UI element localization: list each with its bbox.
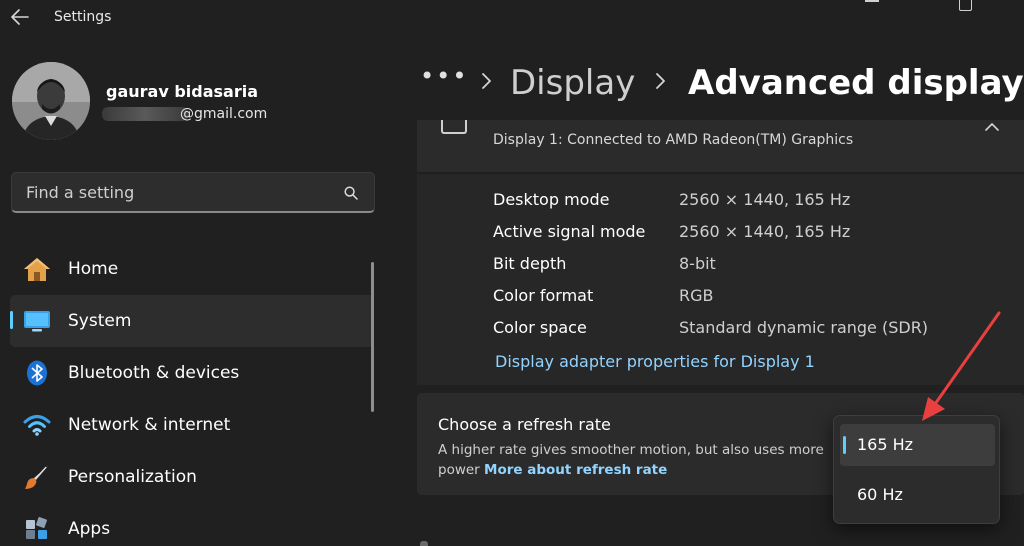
info-row-desktop-mode: Desktop mode 2560 × 1440, 165 Hz (493, 190, 1013, 214)
refresh-option-165hz[interactable]: 165 Hz (840, 424, 995, 466)
info-value: 2560 × 1440, 165 Hz (679, 190, 851, 209)
refresh-option-60hz[interactable]: 60 Hz (840, 474, 995, 516)
title-bar: Settings (0, 0, 1024, 36)
info-label: Color space (493, 318, 587, 337)
sidebar-item-label: Network & internet (68, 415, 231, 435)
sidebar-item-system[interactable]: System (10, 295, 374, 347)
scroll-indicator (420, 541, 428, 546)
minimize-button[interactable] (865, 0, 879, 2)
page-title: Advanced display (688, 63, 1024, 103)
user-name: gaurav bidasaria (106, 82, 259, 101)
more-about-refresh-rate-link[interactable]: More about refresh rate (484, 462, 667, 478)
avatar-photo-icon (12, 62, 90, 140)
info-value: RGB (679, 286, 714, 305)
info-label: Bit depth (493, 254, 567, 273)
breadcrumb-display-link[interactable]: Display (510, 63, 635, 103)
breadcrumb-more-button[interactable]: ••• (420, 62, 468, 90)
sidebar-item-home[interactable]: Home (10, 243, 374, 295)
monitor-icon (22, 306, 52, 336)
info-value: 2560 × 1440, 165 Hz (679, 222, 851, 241)
arrow-left-icon (11, 9, 29, 25)
email-redaction (102, 107, 188, 121)
refresh-rate-title: Choose a refresh rate (438, 415, 611, 434)
chevron-right-icon (656, 73, 665, 89)
brush-icon (22, 462, 52, 492)
info-row-active-signal-mode: Active signal mode 2560 × 1440, 165 Hz (493, 222, 1013, 246)
sidebar-nav: Home System Bluetooth & devices Network … (10, 243, 374, 546)
sidebar-item-label: Apps (68, 519, 111, 539)
monitor-icon (441, 120, 467, 134)
sidebar-item-label: Personalization (68, 467, 197, 487)
display-info-panel: Desktop mode 2560 × 1440, 165 Hz Active … (417, 173, 1024, 385)
refresh-rate-description: A higher rate gives smoother motion, but… (438, 440, 828, 480)
sidebar-scrollbar[interactable] (371, 262, 374, 412)
search-icon[interactable] (344, 186, 358, 200)
sidebar-item-label: System (68, 311, 132, 331)
search-box (11, 172, 375, 213)
info-value: 8-bit (679, 254, 716, 273)
info-value: Standard dynamic range (SDR) (679, 318, 929, 337)
info-row-bit-depth: Bit depth 8-bit (493, 254, 1013, 278)
display-adapter-properties-link[interactable]: Display adapter properties for Display 1 (495, 352, 815, 371)
back-button[interactable] (9, 6, 31, 28)
bluetooth-icon (22, 358, 52, 388)
refresh-rate-dropdown[interactable]: 165 Hz 60 Hz (833, 415, 1000, 524)
display-subtitle: Display 1: Connected to AMD Radeon(TM) G… (493, 132, 854, 148)
sidebar-item-label: Bluetooth & devices (68, 363, 240, 383)
breadcrumb: ••• Display Advanced display (420, 60, 1024, 110)
sidebar-item-label: Home (68, 259, 119, 279)
sidebar-item-network[interactable]: Network & internet (10, 399, 374, 451)
user-email: @gmail.com (180, 106, 268, 122)
wifi-icon (22, 410, 52, 440)
home-icon (22, 254, 52, 284)
info-label: Color format (493, 286, 594, 305)
chevron-up-icon[interactable] (985, 122, 999, 132)
maximize-button[interactable] (959, 0, 972, 11)
app-title: Settings (54, 9, 112, 25)
sidebar-item-apps[interactable]: Apps (10, 503, 374, 546)
apps-icon (22, 514, 52, 544)
info-row-color-format: Color format RGB (493, 286, 1013, 310)
sidebar-item-bluetooth[interactable]: Bluetooth & devices (10, 347, 374, 399)
search-input[interactable] (12, 173, 374, 211)
window-controls (824, 0, 1024, 14)
refresh-option-label: 60 Hz (857, 485, 903, 504)
display-info-header[interactable]: Display 1: Connected to AMD Radeon(TM) G… (417, 120, 1024, 172)
info-label: Desktop mode (493, 190, 610, 209)
chevron-right-icon (482, 73, 491, 89)
avatar[interactable] (12, 62, 90, 140)
info-label: Active signal mode (493, 222, 646, 241)
sidebar-item-personalization[interactable]: Personalization (10, 451, 374, 503)
info-row-color-space: Color space Standard dynamic range (SDR) (493, 318, 1013, 342)
refresh-option-label: 165 Hz (857, 435, 914, 454)
